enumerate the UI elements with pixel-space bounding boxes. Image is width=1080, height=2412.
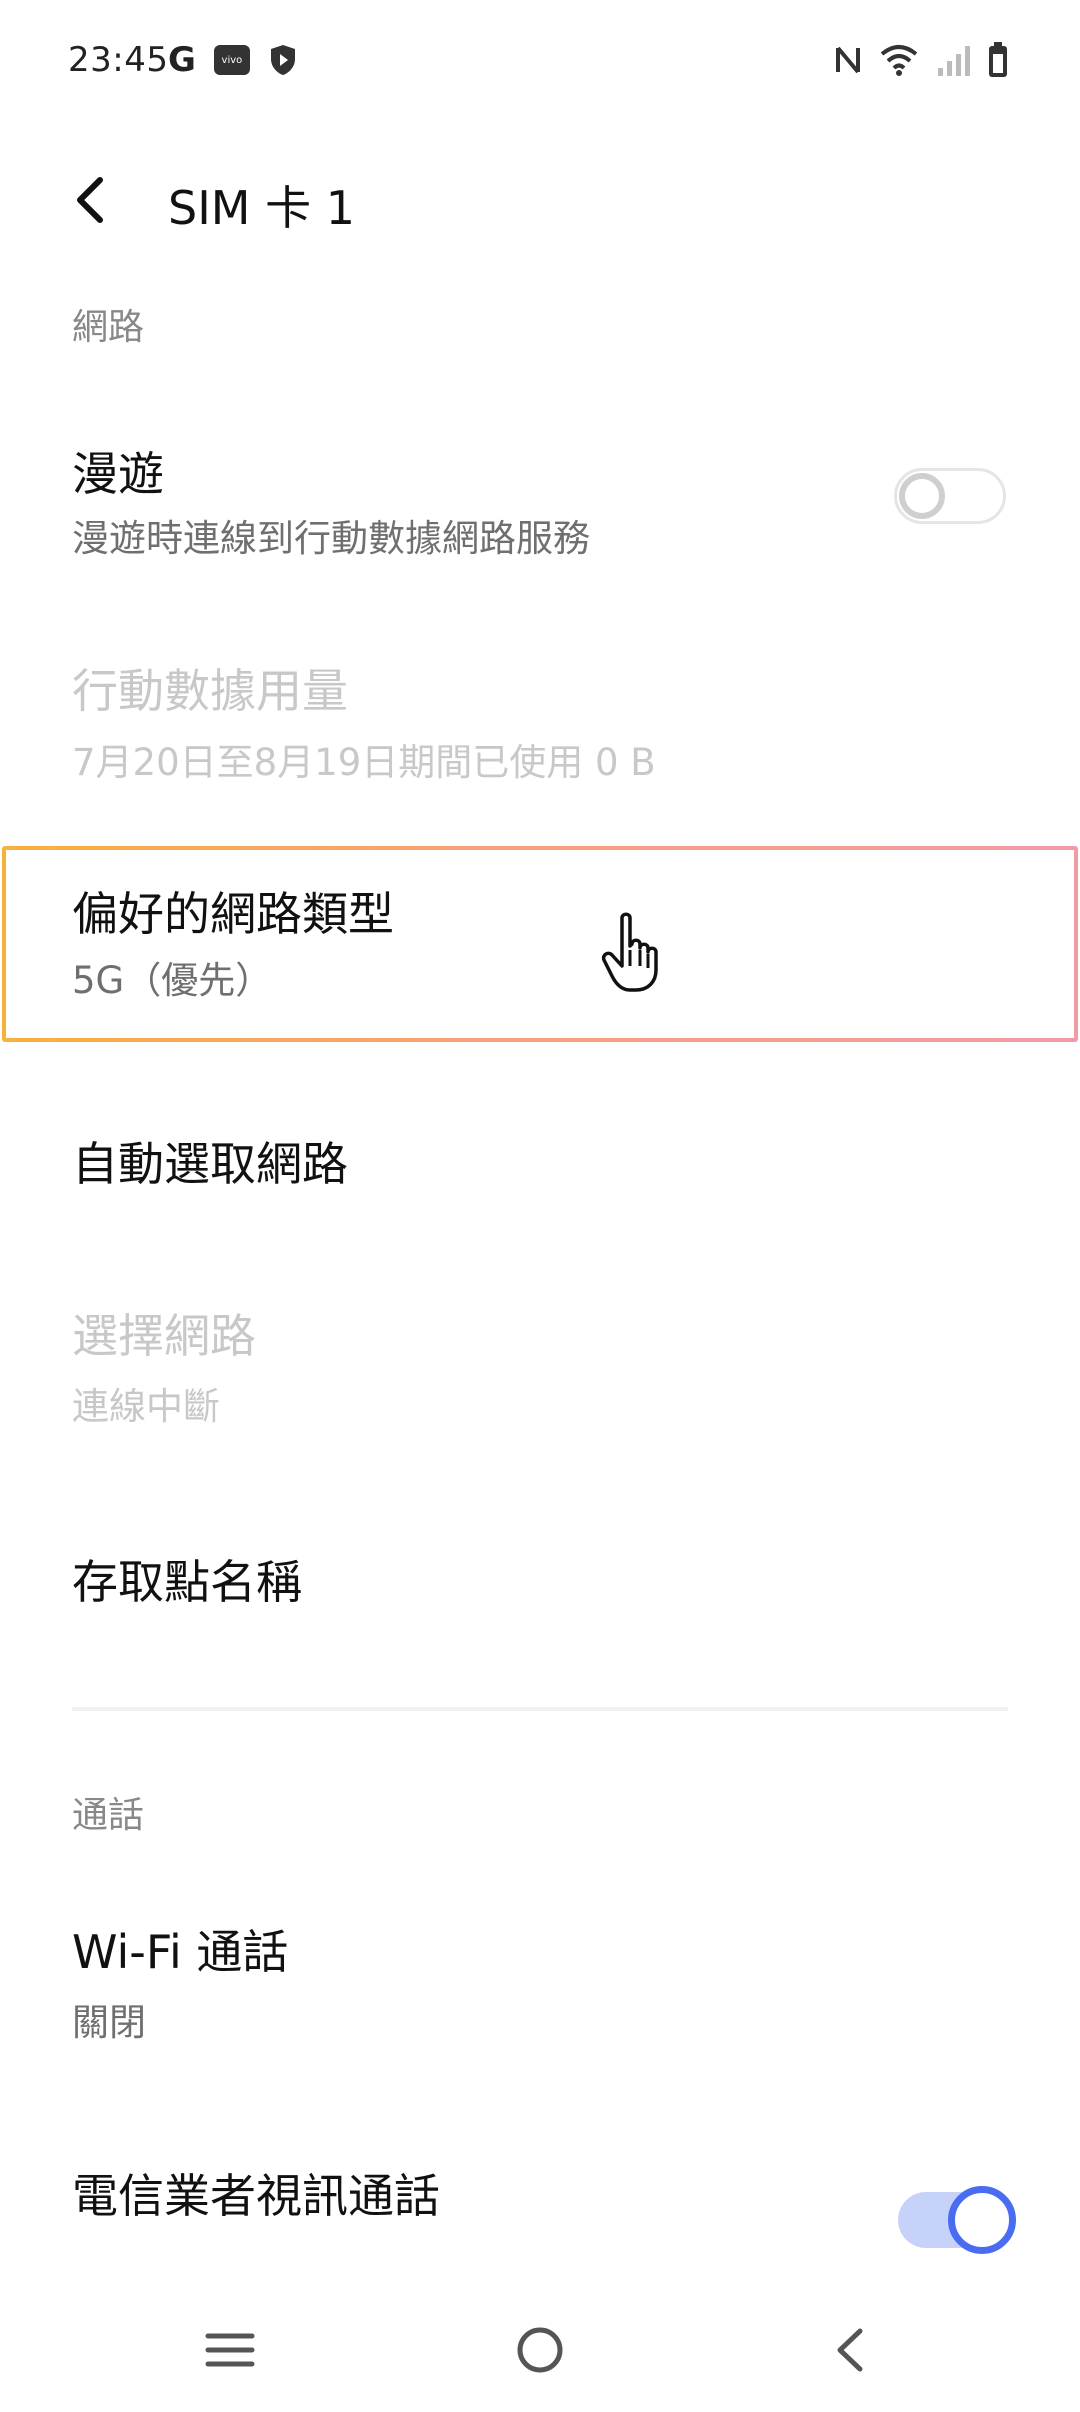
menu-icon: [205, 2333, 255, 2367]
apn-title: 存取點名稱: [72, 1555, 302, 1609]
data-usage-row: 行動數據用量 7月20日至8月19日期間已使用 0 B: [0, 620, 1080, 800]
hand-cursor-icon: [601, 912, 658, 992]
preferred-network-row[interactable]: 偏好的網路類型 5G（優先）: [0, 850, 1080, 1038]
video-calling-toggle[interactable]: [898, 2186, 1016, 2254]
preferred-network-title: 偏好的網路類型: [72, 887, 394, 941]
data-usage-title: 行動數據用量: [72, 664, 348, 718]
section-network-label: 網路: [72, 307, 145, 348]
status-bar: 23:45 G vivo: [0, 0, 1080, 125]
home-button[interactable]: [500, 2310, 580, 2390]
vivo-app-icon: vivo: [213, 45, 250, 75]
video-calling-title: 電信業者視訊通話: [72, 2169, 440, 2223]
chevron-left-icon: [77, 177, 103, 223]
section-divider: [72, 1707, 1008, 1711]
choose-network-title: 選擇網路: [72, 1309, 256, 1363]
toggle-knob: [948, 2186, 1016, 2254]
data-usage-subtitle: 7月20日至8月19日期間已使用 0 B: [72, 741, 656, 784]
auto-select-network-row[interactable]: 自動選取網路: [0, 1100, 1080, 1240]
roaming-toggle[interactable]: [894, 468, 1006, 524]
roaming-title: 漫遊: [72, 447, 164, 501]
section-calls-label: 通話: [72, 1795, 145, 1836]
signal-icon: [938, 46, 970, 76]
page-title: SIM 卡 1: [168, 181, 355, 235]
wifi-calling-title: Wi-Fi 通話: [72, 1925, 289, 1979]
home-icon: [517, 2327, 563, 2373]
choose-network-subtitle: 連線中斷: [72, 1385, 220, 1428]
shield-icon: [270, 45, 295, 75]
nav-back-button[interactable]: [810, 2310, 890, 2390]
toggle-knob: [899, 473, 945, 519]
auto-select-network-title: 自動選取網路: [72, 1137, 348, 1191]
wifi-calling-subtitle: 關閉: [72, 2001, 146, 2044]
navigation-bar: [0, 2290, 1080, 2412]
apn-row[interactable]: 存取點名稱: [0, 1520, 1080, 1660]
wifi-icon: [880, 45, 918, 76]
choose-network-row: 選擇網路 連線中斷: [0, 1270, 1080, 1450]
roaming-row[interactable]: 漫遊 漫遊時連線到行動數據網路服務: [0, 400, 1080, 580]
nfc-icon: [836, 46, 860, 74]
app-header: SIM 卡 1: [0, 150, 1080, 250]
battery-icon: [989, 42, 1007, 77]
menu-button[interactable]: [190, 2310, 270, 2390]
status-time: 23:45: [68, 40, 169, 80]
status-left-icons: G vivo: [168, 42, 298, 78]
back-button[interactable]: [60, 170, 120, 230]
wifi-calling-row[interactable]: Wi-Fi 通話 關閉: [0, 1890, 1080, 2070]
back-icon: [837, 2328, 863, 2372]
roaming-subtitle: 漫遊時連線到行動數據網路服務: [72, 517, 590, 560]
video-calling-row[interactable]: 電信業者視訊通話: [0, 2130, 1080, 2270]
preferred-network-subtitle: 5G（優先）: [72, 959, 273, 1002]
google-icon: G: [168, 40, 196, 80]
status-right-icons: [834, 42, 1008, 78]
